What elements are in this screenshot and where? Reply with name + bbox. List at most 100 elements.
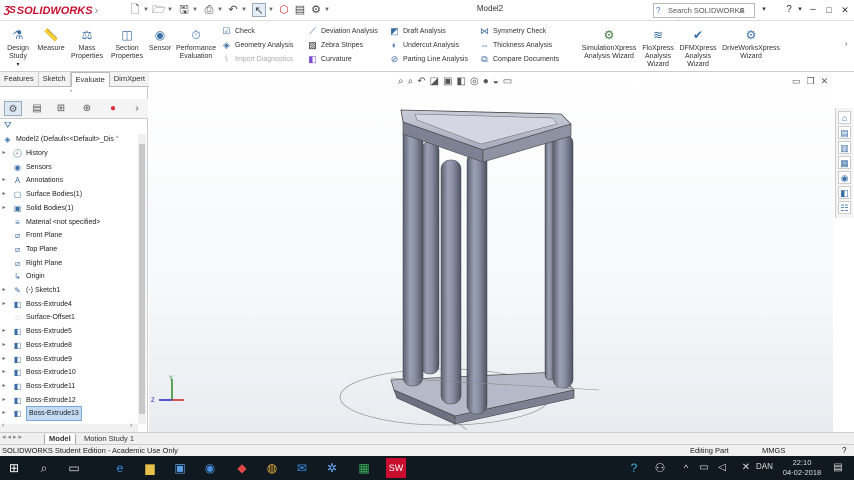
chrome-browser-icon[interactable]: ◍: [262, 458, 282, 478]
chevron-down-icon[interactable]: ▼: [167, 4, 173, 16]
tree-item[interactable]: ≡ Material <not specified>: [0, 216, 140, 229]
tree-root[interactable]: ◈ Model2 (Default<<Default>_Dis ^: [0, 133, 140, 146]
tree-item[interactable]: ↳ Origin: [0, 270, 140, 283]
tree-item[interactable]: ▸ ◧ Boss-Extrude8: [0, 339, 140, 352]
check-button[interactable]: ☑ Check: [221, 24, 303, 38]
expand-arrow-icon[interactable]: ▸: [0, 174, 8, 187]
display-style-icon[interactable]: ◧: [457, 76, 466, 90]
rebuild-icon[interactable]: ⬡: [277, 3, 291, 17]
tree-item[interactable]: ⧄ Top Plane: [0, 243, 140, 256]
compare-documents-button[interactable]: ⧉ Compare Documents: [479, 52, 569, 66]
tab-features[interactable]: Features: [0, 72, 39, 87]
options-gear-icon[interactable]: ⚙: [309, 3, 323, 17]
zoom-area-icon[interactable]: ⌕: [408, 76, 414, 90]
home-icon[interactable]: ⌂: [838, 111, 851, 124]
column-mid[interactable]: [440, 159, 462, 405]
help-bubble-icon[interactable]: ?: [842, 445, 846, 456]
panel-grip-icon[interactable]: •: [70, 89, 72, 95]
previous-view-icon[interactable]: ↶: [417, 76, 425, 90]
excel-icon[interactable]: ▦: [354, 458, 374, 478]
tree-item[interactable]: ▸ ◧ Boss-Extrude11: [0, 380, 140, 393]
help-icon[interactable]: ?: [784, 3, 794, 17]
network-icon[interactable]: ▭: [694, 458, 714, 478]
tab-dimxpert[interactable]: DimXpert: [110, 72, 150, 87]
section-view-icon[interactable]: ◪: [430, 76, 439, 90]
search-icon[interactable]: ⌕: [34, 458, 54, 478]
expand-arrow-icon[interactable]: ▸: [0, 394, 8, 407]
people-icon[interactable]: ⚇: [650, 458, 670, 478]
feature-manager-tab-icon[interactable]: ⚙: [4, 101, 22, 116]
file-explorer-icon[interactable]: ▆: [140, 458, 160, 478]
solidworks-logo[interactable]: ƷS SOLIDWORKS ›: [4, 3, 98, 18]
tree-item[interactable]: ▸ ◧ Boss-Extrude13: [0, 406, 140, 422]
tree-item[interactable]: ▸ ◧ Boss-Extrude10: [0, 366, 140, 379]
custom-properties-icon[interactable]: ☷: [838, 201, 851, 214]
tree-item[interactable]: ▸ ▢ Surface Bodies(1): [0, 188, 140, 201]
store-icon[interactable]: ▣: [170, 458, 190, 478]
chevron-down-icon[interactable]: ▼: [217, 4, 223, 16]
tree-item[interactable]: ▸ ◧ Boss-Extrude9: [0, 353, 140, 366]
driveworksxpress-button[interactable]: ⚙ DriveWorksXpress Wizard: [720, 21, 782, 72]
geometry-analysis-button[interactable]: ◈ Geometry Analysis: [221, 38, 303, 52]
expand-arrow-icon[interactable]: ▸: [0, 284, 8, 297]
design-library-icon[interactable]: ▥: [838, 141, 851, 154]
chevron-down-icon[interactable]: ▾: [796, 3, 804, 17]
tab-evaluate[interactable]: Evaluate: [70, 72, 110, 87]
edit-appearance-icon[interactable]: ●: [483, 76, 489, 90]
expand-arrow-icon[interactable]: ▸: [0, 325, 8, 338]
chevron-down-icon[interactable]: ▼: [241, 4, 247, 16]
chevron-right-icon[interactable]: ›: [132, 101, 142, 116]
tree-item[interactable]: ⧄ Front Plane: [0, 229, 140, 242]
tree-item[interactable]: ▸ ▣ Solid Bodies(1): [0, 202, 140, 215]
language-indicator[interactable]: DAN: [756, 462, 773, 471]
column-left[interactable]: [402, 123, 424, 387]
configuration-manager-tab-icon[interactable]: ⊞: [52, 101, 70, 116]
resources-icon[interactable]: ▤: [838, 126, 851, 139]
hide-show-items-icon[interactable]: ◎: [470, 76, 479, 90]
expand-arrow-icon[interactable]: ▸: [0, 339, 8, 352]
measure-button[interactable]: 📏 Measure: [36, 21, 66, 72]
tab-navigation-arrows-icon[interactable]: ◂◂▸▸: [2, 433, 24, 441]
tree-item[interactable]: ◌ Surface-Offset1: [0, 311, 140, 324]
expand-arrow-icon[interactable]: ▸: [0, 407, 8, 420]
column-front[interactable]: [466, 151, 488, 415]
zoom-to-fit-icon[interactable]: ⌕: [398, 76, 404, 90]
apply-scene-icon[interactable]: ◒: [493, 76, 499, 90]
dfmxpress-button[interactable]: ✔ DFMXpress Analysis Wizard: [678, 21, 718, 72]
performance-evaluation-button[interactable]: ⏱ Performance Evaluation: [174, 21, 218, 72]
expand-arrow-icon[interactable]: ▸: [0, 202, 8, 215]
tree-horizontal-scrollbar[interactable]: ‹ ›: [0, 422, 138, 432]
minimize-button[interactable]: –: [807, 3, 819, 17]
graphics-area[interactable]: [149, 72, 833, 432]
mail-icon[interactable]: ✉: [292, 458, 312, 478]
expand-arrow-icon[interactable]: ▸: [0, 353, 8, 366]
file-properties-icon[interactable]: ▤: [293, 3, 307, 17]
appearances-icon[interactable]: ◧: [838, 186, 851, 199]
undo-icon[interactable]: ↶: [226, 3, 240, 17]
expand-arrow-icon[interactable]: ▸: [0, 147, 8, 160]
tree-item[interactable]: ▸ 🕘 History: [0, 147, 140, 160]
scroll-left-icon[interactable]: ‹: [2, 422, 4, 429]
viewport-minimize-icon[interactable]: ▭: [792, 76, 801, 90]
clock[interactable]: 22:10 04-02-2018: [782, 458, 822, 478]
close-button[interactable]: ✕: [839, 3, 851, 17]
ribbon-expand-chevron-icon[interactable]: ›: [845, 39, 848, 48]
scroll-right-icon[interactable]: ›: [130, 422, 132, 429]
network-app-icon[interactable]: ✲: [322, 458, 342, 478]
chevron-down-icon[interactable]: ▼: [192, 4, 198, 16]
expand-arrow-icon[interactable]: ▸: [0, 380, 8, 393]
tree-item[interactable]: ▸ ◧ Boss-Extrude5: [0, 325, 140, 338]
column-back-left[interactable]: [420, 141, 440, 375]
save-icon[interactable]: 🖫: [177, 3, 191, 17]
section-properties-button[interactable]: ◫ Section Properties: [108, 21, 146, 72]
help-search-input[interactable]: ? Search SOLIDWORKS Help ⌕: [653, 3, 755, 28]
solidworks-taskbar-icon[interactable]: SW: [386, 458, 406, 478]
undercut-analysis-button[interactable]: ◐ Undercut Analysis: [389, 38, 475, 52]
model-view[interactable]: [149, 72, 833, 432]
speaker-icon[interactable]: ◁: [712, 458, 732, 478]
view-settings-icon[interactable]: ▭: [503, 76, 512, 90]
edge-browser-icon[interactable]: e: [110, 458, 130, 478]
property-manager-tab-icon[interactable]: ▤: [28, 101, 46, 116]
tree-item[interactable]: ▸ ✎ (-) Sketch1: [0, 284, 140, 297]
help-tips-icon[interactable]: ?: [624, 458, 644, 478]
